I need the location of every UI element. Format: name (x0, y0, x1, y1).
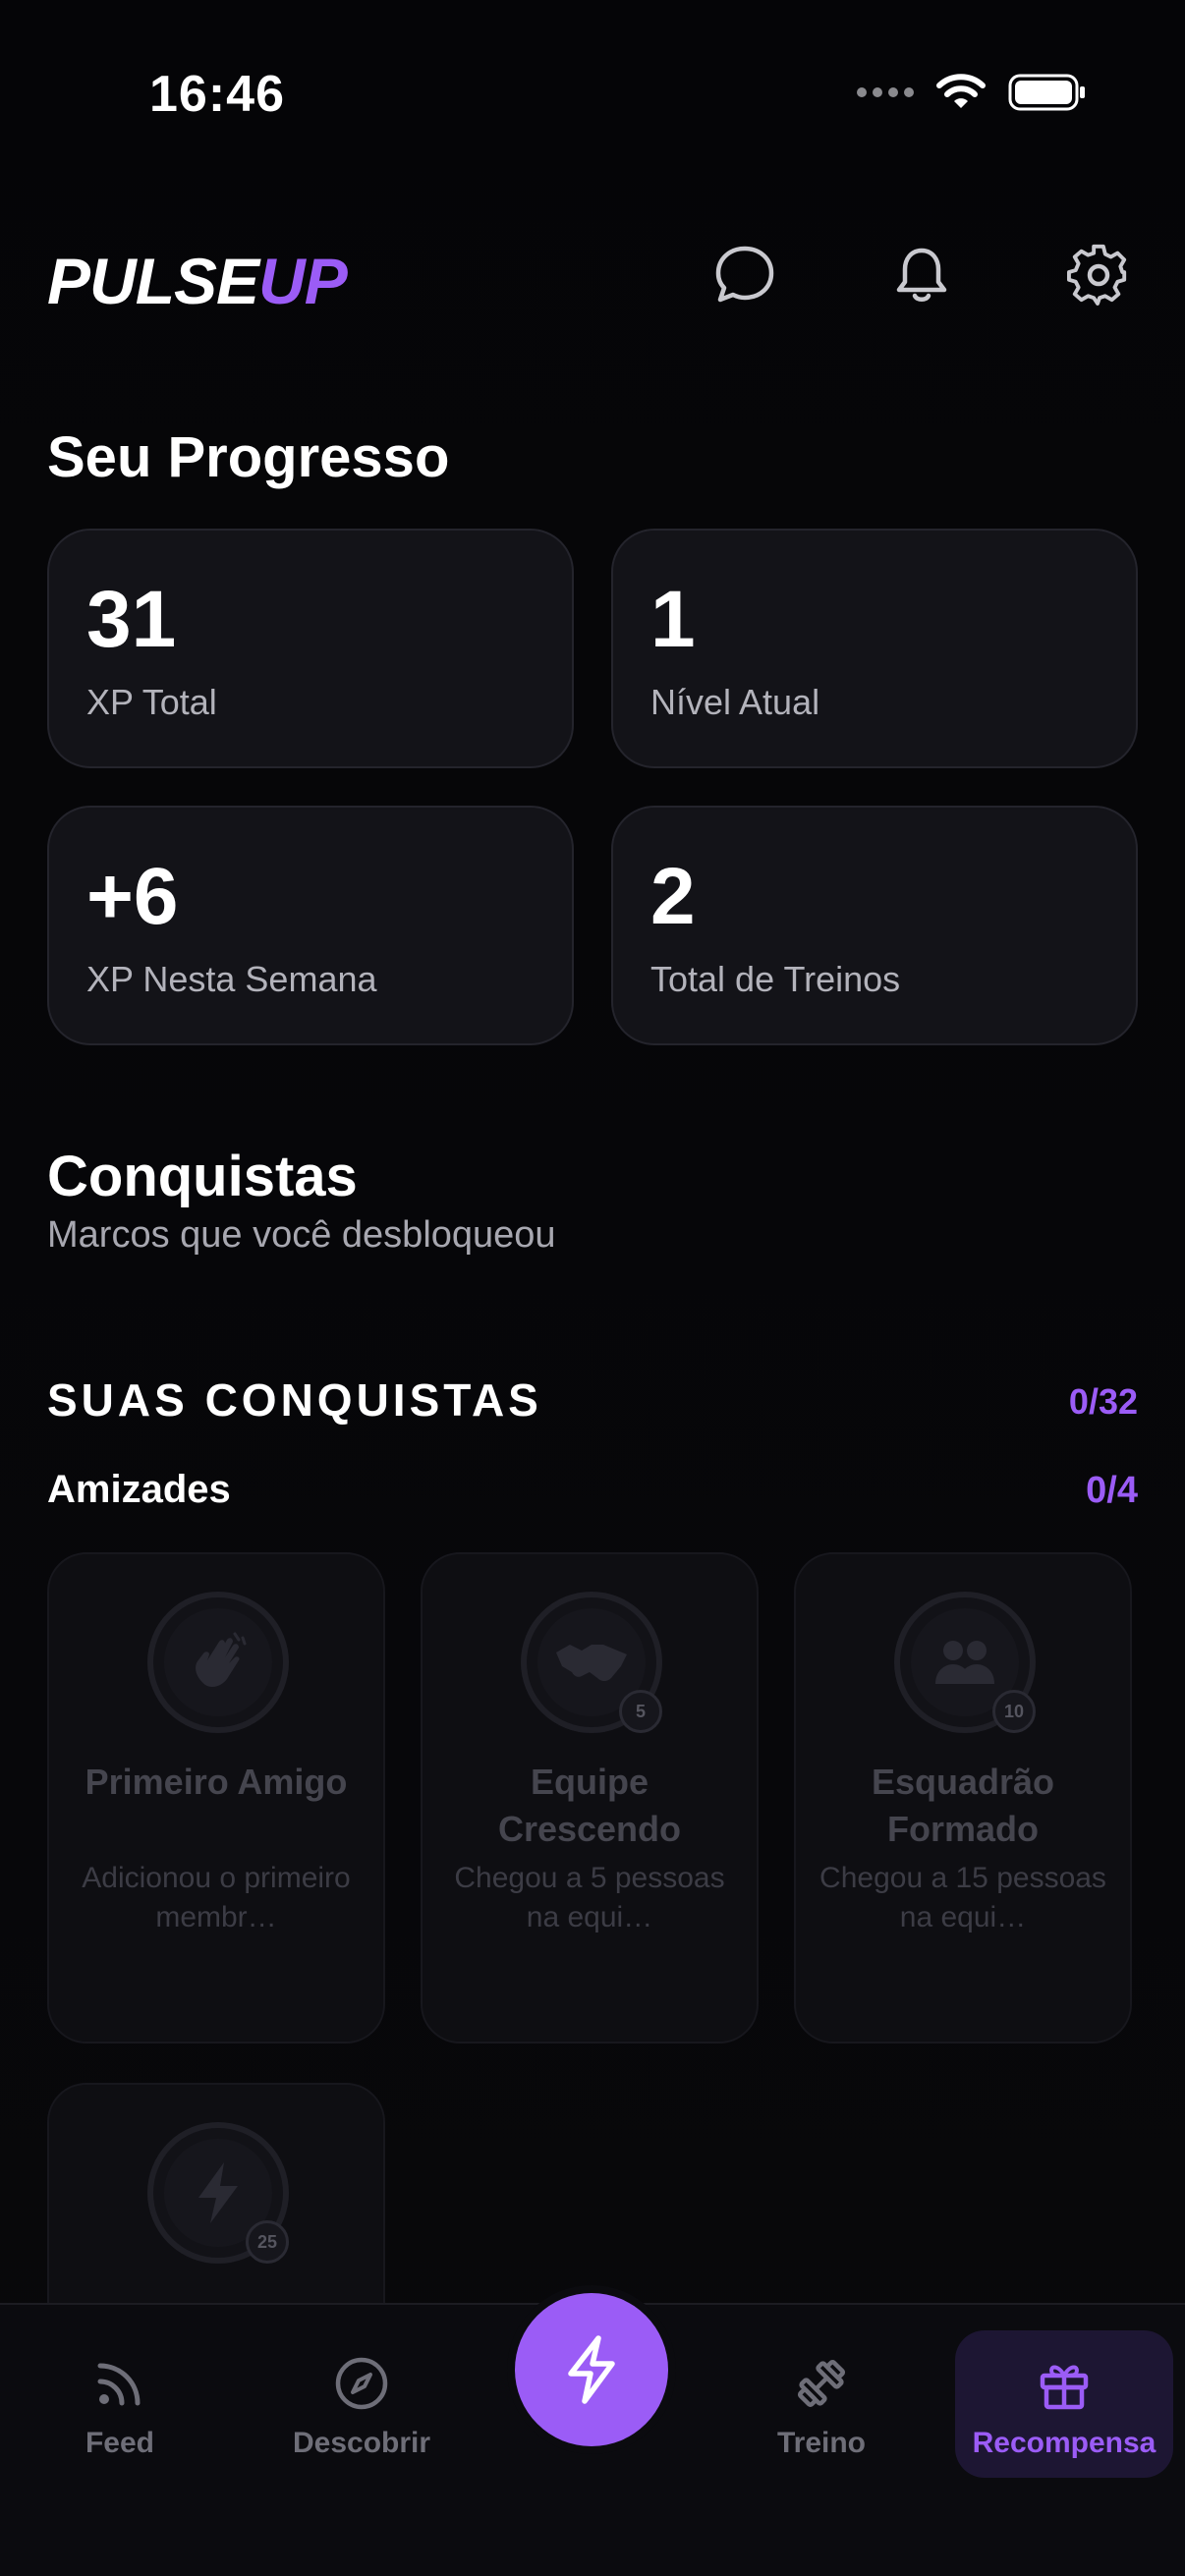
category-title: Amizades (47, 1468, 231, 1511)
compass-icon (335, 2357, 388, 2410)
logo-text-part1: PU (47, 245, 137, 317)
nav-label: Treino (776, 2427, 866, 2459)
achievement-title: Primeiro Amigo (85, 1762, 348, 1802)
stat-value: +6 (86, 852, 179, 941)
stat-card-xp-total: 31 XP Total (47, 529, 574, 768)
achievements-title: Conquistas (47, 1145, 358, 1208)
achievement-level-badge: 25 (246, 2220, 289, 2264)
achievement-description: Chegou a 15 pessoas na equi… (819, 1862, 1106, 1933)
nav-item-discover[interactable]: Descobrir (275, 2356, 448, 2460)
stat-label: XP Nesta Semana (86, 959, 377, 999)
achievement-description: Adicionou o primeiro membr… (82, 1862, 351, 1933)
achievement-card[interactable]: 5 Equipe Crescendo Chegou a 5 pessoas na… (421, 1552, 759, 2044)
achievement-badge: 10 (894, 1592, 1036, 1733)
notifications-button[interactable] (882, 236, 961, 314)
gear-icon (1067, 244, 1127, 306)
achievement-card[interactable]: 10 Esquadrão Formado Chegou a 15 pessoas… (794, 1552, 1132, 2044)
achievement-badge: 5 (521, 1592, 662, 1733)
header-actions (705, 236, 1138, 314)
achievement-description: Chegou a 5 pessoas na equi… (454, 1862, 725, 1933)
rss-icon (97, 2363, 141, 2406)
progress-title: Seu Progresso (47, 425, 450, 489)
category-count: 0/4 (1086, 1470, 1138, 1511)
achievement-title: Equipe Crescendo (497, 1762, 682, 1849)
quick-action-button[interactable] (515, 2293, 668, 2446)
stat-label: Nível Atual (650, 682, 820, 722)
nav-item-rewards[interactable]: Recompensa (955, 2356, 1173, 2460)
lightning-icon (198, 2162, 238, 2223)
stat-label: XP Total (86, 682, 217, 722)
achievement-badge: 25 (147, 2122, 289, 2264)
bell-icon (896, 248, 947, 302)
stat-value: 1 (650, 575, 696, 664)
logo-text-part3: UP (258, 245, 348, 317)
group-icon (935, 1641, 994, 1684)
app-logo: PU LSE UP (47, 232, 348, 330)
achievements-count: 0/32 (1068, 1381, 1138, 1422)
achievement-level-badge: 5 (619, 1690, 662, 1733)
logo-text-part2: LSE (135, 245, 259, 317)
settings-button[interactable] (1059, 236, 1138, 314)
stat-card-level: 1 Nível Atual (611, 529, 1138, 768)
nav-item-workout[interactable]: Treino (762, 2356, 880, 2460)
screen: 16:46 PU LSE UP Seu Progresso 31 XP Tota… (0, 0, 1185, 2576)
status-icons (857, 73, 1087, 112)
stat-card-weekly-xp: +6 XP Nesta Semana (47, 806, 574, 1045)
wifi-icon (936, 74, 986, 108)
stat-label: Total de Treinos (650, 959, 901, 999)
waving-hand-icon (196, 1632, 247, 1687)
achievements-subtitle: Marcos que você desbloqueou (47, 1214, 556, 1256)
status-time: 16:46 (149, 66, 285, 123)
progress-cards: 31 XP Total 1 Nível Atual +6 XP Nesta Se… (47, 529, 1138, 1045)
nav-item-feed[interactable]: Feed (61, 2356, 179, 2460)
nav-label: Feed (85, 2427, 155, 2459)
nav-label: Descobrir (292, 2427, 431, 2459)
your-achievements-title: SUAS CONQUISTAS (47, 1374, 542, 1426)
gift-icon (1040, 2365, 1089, 2410)
achievement-card[interactable]: Primeiro Amigo Adicionou o primeiro memb… (47, 1552, 385, 2044)
messages-button[interactable] (705, 236, 784, 314)
cellular-signal-icon (857, 87, 914, 97)
achievement-badge (147, 1592, 289, 1733)
chat-bubble-icon (715, 246, 774, 303)
stat-value: 2 (650, 852, 696, 941)
battery-icon (1008, 74, 1085, 111)
stat-value: 31 (86, 575, 177, 664)
achievement-title: Esquadrão Formado (871, 1762, 1055, 1849)
handshake-icon (556, 1645, 627, 1681)
dumbbell-icon (797, 2359, 846, 2408)
nav-label: Recompensa (972, 2427, 1157, 2459)
achievement-level-badge: 10 (992, 1690, 1036, 1733)
lightning-icon (568, 2335, 615, 2404)
stat-card-workouts: 2 Total de Treinos (611, 806, 1138, 1045)
